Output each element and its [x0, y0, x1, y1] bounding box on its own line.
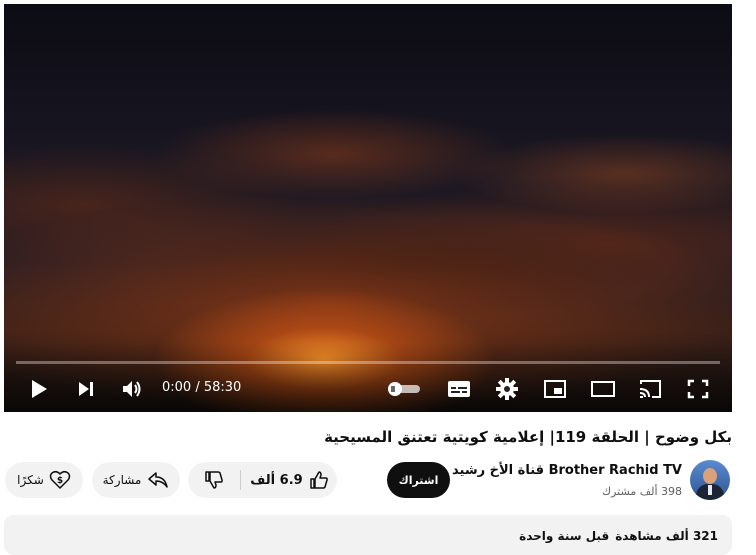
subtitles-button[interactable]	[444, 374, 474, 404]
like-dislike-group: 6.9 ألف	[188, 462, 337, 498]
description-meta: 321 ألف مشاهدة قبل سنة واحدة	[519, 529, 718, 543]
miniplayer-icon	[544, 380, 566, 398]
description-box[interactable]: 321 ألف مشاهدة قبل سنة واحدة	[4, 515, 732, 555]
fullscreen-button[interactable]	[683, 374, 713, 404]
next-button[interactable]	[71, 374, 101, 404]
share-button[interactable]: مشاركة	[92, 462, 180, 498]
video-title: بكل وضوح | الحلقة 119| إعلامية كويتية تع…	[324, 428, 732, 446]
subtitles-icon	[448, 381, 470, 397]
play-icon	[32, 380, 47, 398]
share-icon	[148, 472, 169, 488]
autoplay-toggle-icon	[388, 382, 420, 396]
view-count: 321 ألف مشاهدة	[615, 529, 718, 543]
theater-icon	[591, 381, 615, 397]
settings-icon	[496, 378, 518, 400]
dislike-icon	[205, 471, 223, 489]
autoplay-toggle[interactable]	[384, 374, 424, 404]
controls-gradient	[4, 342, 732, 412]
video-player[interactable]: 0:00 / 58:30	[4, 4, 732, 412]
theater-button[interactable]	[588, 374, 618, 404]
miniplayer-button[interactable]	[540, 374, 570, 404]
progress-bar[interactable]	[16, 361, 720, 364]
channel-avatar[interactable]	[690, 460, 730, 500]
thanks-label: شكرًا	[17, 473, 44, 487]
cast-icon	[639, 380, 661, 398]
share-label: مشاركة	[102, 473, 142, 487]
settings-button[interactable]	[492, 374, 522, 404]
time-display: 0:00 / 58:30	[162, 380, 242, 395]
subscriber-count: 398 ألف مشترك	[602, 485, 682, 498]
avatar-head	[703, 468, 717, 484]
next-icon	[79, 382, 93, 396]
volume-icon	[123, 381, 141, 397]
publish-date: قبل سنة واحدة	[519, 529, 610, 543]
thanks-button[interactable]: شكرًا $	[5, 462, 83, 498]
like-button[interactable]: 6.9 ألف	[242, 462, 337, 498]
svg-text:$: $	[57, 476, 63, 486]
fullscreen-icon	[687, 379, 709, 399]
thanks-icon: $	[49, 470, 71, 489]
like-icon	[309, 471, 328, 489]
dislike-button[interactable]	[188, 462, 240, 498]
like-count: 6.9 ألف	[250, 472, 303, 488]
play-button[interactable]	[24, 374, 54, 404]
avatar-collar	[708, 485, 712, 495]
channel-name[interactable]: Brother Rachid TV قناة الأخ رشيد	[452, 463, 682, 478]
volume-button[interactable]	[118, 374, 148, 404]
cast-button[interactable]	[635, 374, 665, 404]
subscribe-button[interactable]: اشتراك	[387, 462, 450, 498]
like-divider	[240, 470, 241, 490]
